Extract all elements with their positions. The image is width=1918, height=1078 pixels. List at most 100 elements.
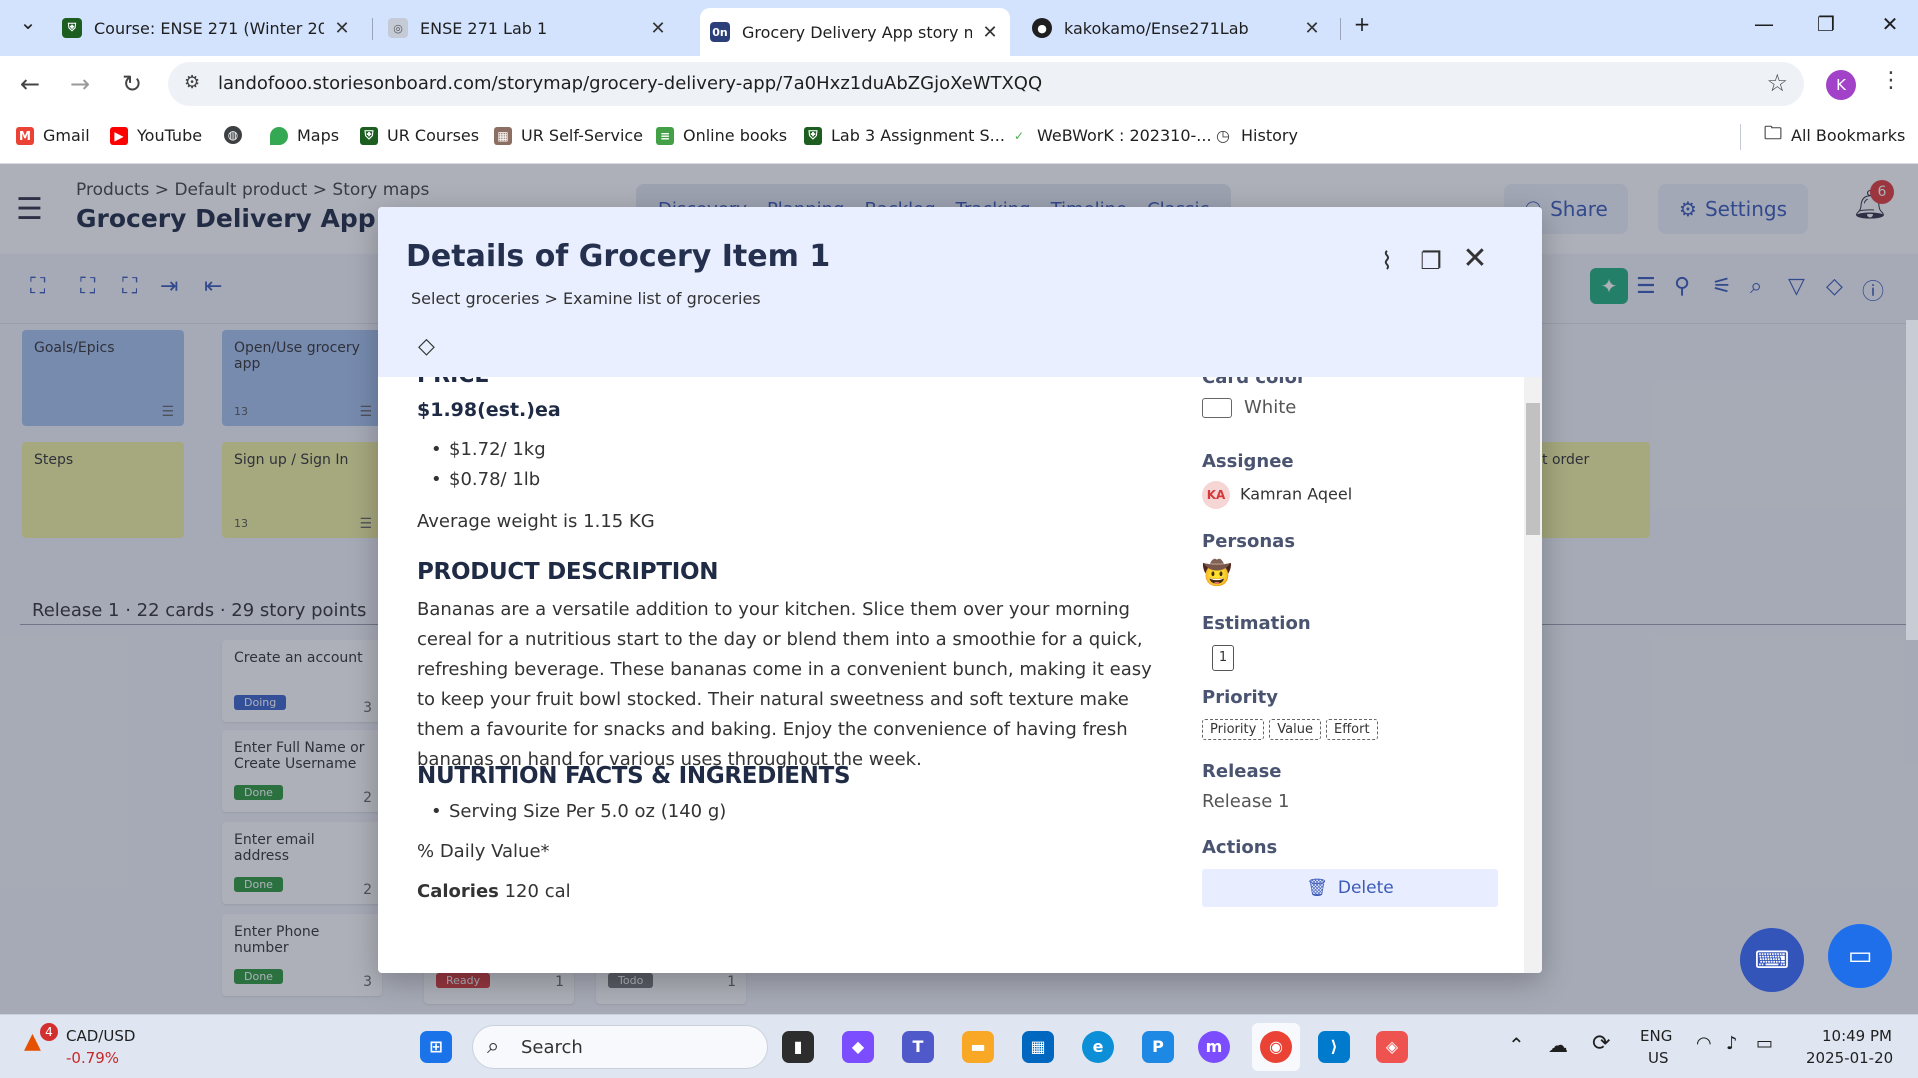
- bookmark-history[interactable]: ◷ History: [1214, 126, 1298, 145]
- bookmark-ur-self-service[interactable]: ▦ UR Self-Service: [494, 126, 643, 145]
- bookmarks-bar: M Gmail ▶ YouTube ◍ Maps ⛨ UR Courses ▦ …: [0, 112, 1918, 164]
- tab-separator: [1340, 18, 1341, 40]
- minimize-icon[interactable]: —: [1744, 12, 1784, 36]
- chat-icon: ▭: [1847, 941, 1873, 971]
- tag-icon[interactable]: ◇: [418, 334, 435, 359]
- new-tab-icon[interactable]: +: [1342, 12, 1382, 36]
- vscode-icon[interactable]: ⟩: [1318, 1031, 1350, 1063]
- nutrition-list: Serving Size Per 5.0 oz (140 g): [431, 797, 726, 827]
- bookmark-label: History: [1241, 126, 1298, 145]
- windows-start-icon[interactable]: ⊞: [420, 1031, 452, 1063]
- copilot-icon[interactable]: ◆: [842, 1031, 874, 1063]
- shield-icon: ⛨: [62, 18, 82, 38]
- python-icon[interactable]: P: [1142, 1031, 1174, 1063]
- tab-title: ENSE 271 Lab 1: [420, 18, 548, 38]
- release-value[interactable]: Release 1: [1202, 791, 1290, 812]
- volume-icon[interactable]: ♪: [1726, 1033, 1738, 1054]
- chat-support-button[interactable]: ▭: [1828, 924, 1892, 988]
- currency-change: -0.79%: [66, 1049, 120, 1067]
- sync-icon[interactable]: ⟳: [1592, 1031, 1610, 1056]
- onedrive-icon[interactable]: ☁: [1548, 1033, 1568, 1057]
- avg-weight-text: Average weight is 1.15 KG: [417, 511, 655, 532]
- page-scrollbar[interactable]: [1906, 320, 1918, 640]
- actions-label: Actions: [1202, 837, 1278, 858]
- language[interactable]: ENG: [1640, 1027, 1672, 1045]
- chevron-up-icon[interactable]: ⌃: [1508, 1033, 1525, 1057]
- close-icon[interactable]: ✕: [980, 22, 1000, 43]
- estimation-value[interactable]: 1: [1212, 645, 1234, 671]
- tab-lab1[interactable]: ◎ ENSE 271 Lab 1 ✕: [378, 8, 678, 48]
- globe-icon: ◍: [224, 126, 242, 144]
- bookmark-webwork[interactable]: ✓ WeBWorK : 202310-...: [1010, 126, 1212, 145]
- persona-cowboy-icon[interactable]: 🤠: [1202, 559, 1232, 587]
- close-icon[interactable]: ✕: [332, 18, 352, 39]
- url-text[interactable]: landofooo.storiesonboard.com/storymap/gr…: [218, 73, 1042, 94]
- close-icon[interactable]: ✕: [1460, 241, 1490, 276]
- priority-label: Priority: [1202, 687, 1278, 708]
- browser-menu-icon[interactable]: ⋮: [1880, 68, 1902, 93]
- bookmark-lab3[interactable]: ⛨ Lab 3 Assignment S...: [804, 126, 1005, 145]
- all-bookmarks[interactable]: 🗀 All Bookmarks: [1764, 123, 1905, 146]
- modal-breadcrumb[interactable]: Select groceries > Examine list of groce…: [411, 289, 761, 308]
- copy-icon[interactable]: ❐: [1416, 247, 1446, 275]
- task-view-icon[interactable]: ▮: [782, 1031, 814, 1063]
- list-item: Serving Size Per 5.0 oz (140 g): [431, 797, 726, 827]
- value-chip[interactable]: Value: [1269, 719, 1321, 740]
- reload-icon[interactable]: ↻: [116, 70, 148, 98]
- bookmark-youtube[interactable]: ▶ YouTube: [110, 126, 202, 145]
- widget-badge: 4: [40, 1023, 58, 1041]
- assignee-label: Assignee: [1202, 451, 1294, 472]
- close-icon[interactable]: ✕: [1302, 18, 1322, 39]
- edge-icon[interactable]: e: [1082, 1031, 1114, 1063]
- tab-separator: [372, 18, 373, 40]
- address-bar[interactable]: ⚙ landofooo.storiesonboard.com/storymap/…: [168, 62, 1804, 106]
- tab-course[interactable]: ⛨ Course: ENSE 271 (Winter 2025) ✕: [52, 8, 362, 48]
- assignee-picker[interactable]: KA Kamran Aqeel: [1202, 481, 1352, 509]
- modal-title[interactable]: Details of Grocery Item 1: [406, 239, 830, 274]
- restore-icon[interactable]: ❐: [1806, 12, 1846, 36]
- window-close-icon[interactable]: ✕: [1870, 12, 1910, 36]
- effort-chip[interactable]: Effort: [1325, 719, 1378, 740]
- currency-pair[interactable]: CAD/USD: [66, 1027, 135, 1045]
- webwork-icon: ✓: [1013, 128, 1025, 143]
- bookmark-ur-courses[interactable]: ⛨ UR Courses: [360, 126, 479, 145]
- bookmark-gmail[interactable]: M Gmail: [16, 126, 90, 145]
- tab-storymap[interactable]: 0n Grocery Delivery App story map ✕: [700, 8, 1010, 56]
- keyboard-shortcuts-button[interactable]: ⌨: [1740, 928, 1804, 992]
- paperclip-icon[interactable]: ⌇: [1372, 247, 1402, 275]
- wifi-icon[interactable]: ◠: [1696, 1033, 1712, 1054]
- github-icon: ●: [1032, 18, 1052, 38]
- bookmark-label: Gmail: [43, 126, 90, 145]
- price-text: $1.98(est.)ea: [417, 399, 561, 421]
- bookmark-maps[interactable]: Maps: [270, 126, 339, 145]
- priority-chip[interactable]: Priority: [1202, 719, 1265, 740]
- forward-arrow-icon[interactable]: →: [64, 70, 96, 98]
- search-input[interactable]: ⌕ Search: [472, 1025, 768, 1069]
- app-icon[interactable]: ◈: [1376, 1031, 1408, 1063]
- clock-time[interactable]: 10:49 PM: [1822, 1027, 1892, 1045]
- back-arrow-icon[interactable]: ←: [14, 70, 46, 98]
- modal-scrollbar-thumb[interactable]: [1526, 403, 1540, 535]
- bookmark-online-books[interactable]: ≡ Online books: [656, 126, 787, 145]
- close-icon[interactable]: ✕: [648, 18, 668, 39]
- file-explorer-icon[interactable]: ▬: [962, 1031, 994, 1063]
- priority-chips: Priority Value Effort: [1202, 719, 1383, 740]
- bookmark-label: YouTube: [137, 126, 203, 145]
- site-settings-icon[interactable]: ⚙: [184, 72, 200, 93]
- bookmark-globe[interactable]: ◍: [224, 126, 251, 144]
- globe-icon: ◎: [388, 18, 408, 38]
- bookmark-star-icon[interactable]: ☆: [1766, 69, 1788, 97]
- delete-button[interactable]: 🗑︎ Delete: [1202, 869, 1498, 907]
- teams-icon[interactable]: T: [902, 1031, 934, 1063]
- messenger-icon[interactable]: m: [1198, 1031, 1230, 1063]
- store-icon[interactable]: ▦: [1022, 1031, 1054, 1063]
- chrome-icon[interactable]: ◉: [1260, 1031, 1292, 1063]
- tab-title: Course: ENSE 271 (Winter 2025): [94, 18, 324, 38]
- battery-icon[interactable]: ▭: [1756, 1033, 1773, 1054]
- stock-widget-icon[interactable]: ▲: [24, 1029, 41, 1054]
- tab-github[interactable]: ● kakokamo/Ense271Lab ✕: [1022, 8, 1332, 48]
- tab-search-chevron-icon[interactable]: ⌄: [8, 10, 48, 34]
- card-color-picker[interactable]: White: [1202, 397, 1296, 418]
- profile-avatar[interactable]: K: [1826, 70, 1856, 100]
- clock-date: 2025-01-20: [1806, 1049, 1894, 1067]
